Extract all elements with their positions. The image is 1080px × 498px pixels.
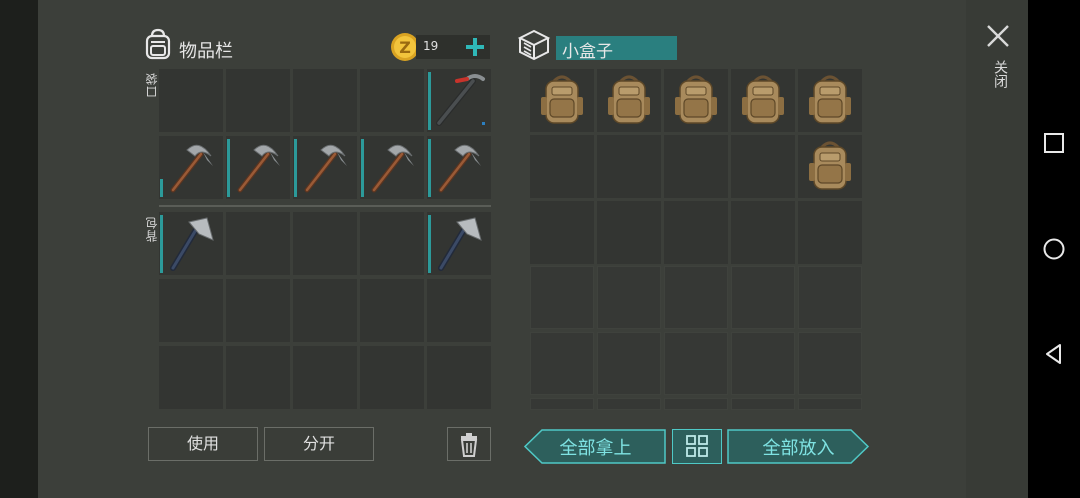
container-title-field[interactable]: 小盒子 <box>556 36 677 62</box>
container-slot-locked <box>731 266 795 329</box>
container-slot-locked <box>664 332 728 395</box>
svg-text:Z: Z <box>399 38 411 57</box>
inventory-slot[interactable] <box>427 69 491 132</box>
container-slot-locked <box>530 332 594 395</box>
pickaxe-icon <box>237 144 280 193</box>
screen-edge <box>0 0 38 498</box>
inventory-slot[interactable] <box>427 212 491 275</box>
backpack-icon <box>809 75 851 124</box>
inventory-slot[interactable] <box>159 346 223 409</box>
container-slot[interactable] <box>731 69 795 132</box>
backpack-icon <box>541 75 583 124</box>
game-screen: 物品栏 Z 19 小盒子 口袋 背包 使用 分开 全部拿上 全部放入 <box>38 0 966 498</box>
close-label[interactable]: 关闭 <box>990 60 1010 88</box>
put-all-button[interactable]: 全部放入 <box>727 429 870 464</box>
inventory-slot[interactable] <box>293 69 357 132</box>
back-icon[interactable] <box>1042 342 1066 366</box>
container-slot[interactable] <box>798 201 862 264</box>
pickaxe-icon <box>371 144 414 193</box>
inventory-slot[interactable] <box>159 212 223 275</box>
inventory-slot[interactable] <box>293 346 357 409</box>
take-all-button[interactable]: 全部拿上 <box>524 429 667 464</box>
inventory-slot[interactable] <box>427 346 491 409</box>
add-coins-icon[interactable] <box>464 36 486 58</box>
container-slot[interactable] <box>731 135 795 198</box>
container-slot-locked <box>798 398 862 410</box>
backpack-icon <box>608 75 650 124</box>
container-slot-locked <box>731 332 795 395</box>
backpack-icon <box>145 28 171 60</box>
container-slot[interactable] <box>530 135 594 198</box>
axe-icon <box>438 217 482 271</box>
container-slot[interactable] <box>731 201 795 264</box>
container-title: 小盒子 <box>562 42 613 62</box>
container-slot[interactable] <box>798 135 862 198</box>
inventory-slot[interactable] <box>360 69 424 132</box>
split-button[interactable]: 分开 <box>264 427 374 461</box>
inventory-slot[interactable] <box>360 212 424 275</box>
container-slot-locked <box>664 398 728 410</box>
container-slot-locked <box>530 266 594 329</box>
container-slot-locked <box>530 398 594 410</box>
inventory-slot[interactable] <box>360 279 424 342</box>
pickaxe-icon <box>304 144 347 193</box>
section-divider <box>159 205 491 207</box>
take-all-label: 全部拿上 <box>559 437 632 459</box>
container-slot-locked <box>798 266 862 329</box>
backpack-icon <box>675 75 717 124</box>
inventory-slot[interactable] <box>293 212 357 275</box>
pickaxe-icon <box>438 144 481 193</box>
container-slot-locked <box>597 332 661 395</box>
container-slot[interactable] <box>597 201 661 264</box>
backpack-label: 背包 <box>145 216 159 242</box>
inventory-slot[interactable] <box>226 212 290 275</box>
sort-grid-icon <box>686 435 708 457</box>
pickaxe-icon <box>170 144 213 193</box>
crowbar-icon <box>436 74 485 126</box>
home-icon[interactable] <box>1042 237 1066 261</box>
inventory-slot[interactable] <box>293 279 357 342</box>
container-slot[interactable] <box>664 135 728 198</box>
trash-button[interactable] <box>447 427 491 461</box>
axe-icon <box>170 217 214 271</box>
container-slot-locked <box>798 332 862 395</box>
close-icon[interactable] <box>985 23 1011 49</box>
backpack-icon <box>809 141 851 190</box>
container-slot[interactable] <box>798 69 862 132</box>
pocket-label: 口袋 <box>145 72 159 98</box>
container-slot-locked <box>731 398 795 410</box>
inventory-title: 物品栏 <box>179 41 233 62</box>
inventory-slot[interactable] <box>159 69 223 132</box>
inventory-slot[interactable] <box>226 279 290 342</box>
sort-button[interactable] <box>672 429 722 464</box>
inventory-slot[interactable] <box>293 136 357 199</box>
inventory-slot[interactable] <box>226 346 290 409</box>
container-slot[interactable] <box>530 201 594 264</box>
container-slot[interactable] <box>664 201 728 264</box>
box-icon <box>517 29 551 61</box>
inventory-slot[interactable] <box>159 279 223 342</box>
container-slot-locked <box>597 398 661 410</box>
backpack-icon <box>742 75 784 124</box>
container-slot[interactable] <box>530 69 594 132</box>
container-slot[interactable] <box>597 69 661 132</box>
inventory-slot[interactable] <box>360 346 424 409</box>
inventory-slot[interactable] <box>159 136 223 199</box>
inventory-slot[interactable] <box>427 136 491 199</box>
use-button[interactable]: 使用 <box>148 427 258 461</box>
close-panel: 关闭 <box>966 0 1028 498</box>
container-slot-locked <box>664 266 728 329</box>
container-slot[interactable] <box>664 69 728 132</box>
inventory-slot[interactable] <box>226 136 290 199</box>
container-slot[interactable] <box>597 135 661 198</box>
inventory-slot[interactable] <box>427 279 491 342</box>
inventory-slot[interactable] <box>360 136 424 199</box>
system-navigation-bar <box>1028 0 1080 498</box>
trash-icon <box>460 433 478 457</box>
container-slot-locked <box>597 266 661 329</box>
put-all-label: 全部放入 <box>762 437 835 459</box>
coin-count: 19 <box>423 39 439 53</box>
inventory-slot[interactable] <box>226 69 290 132</box>
recent-apps-icon[interactable] <box>1043 132 1065 154</box>
